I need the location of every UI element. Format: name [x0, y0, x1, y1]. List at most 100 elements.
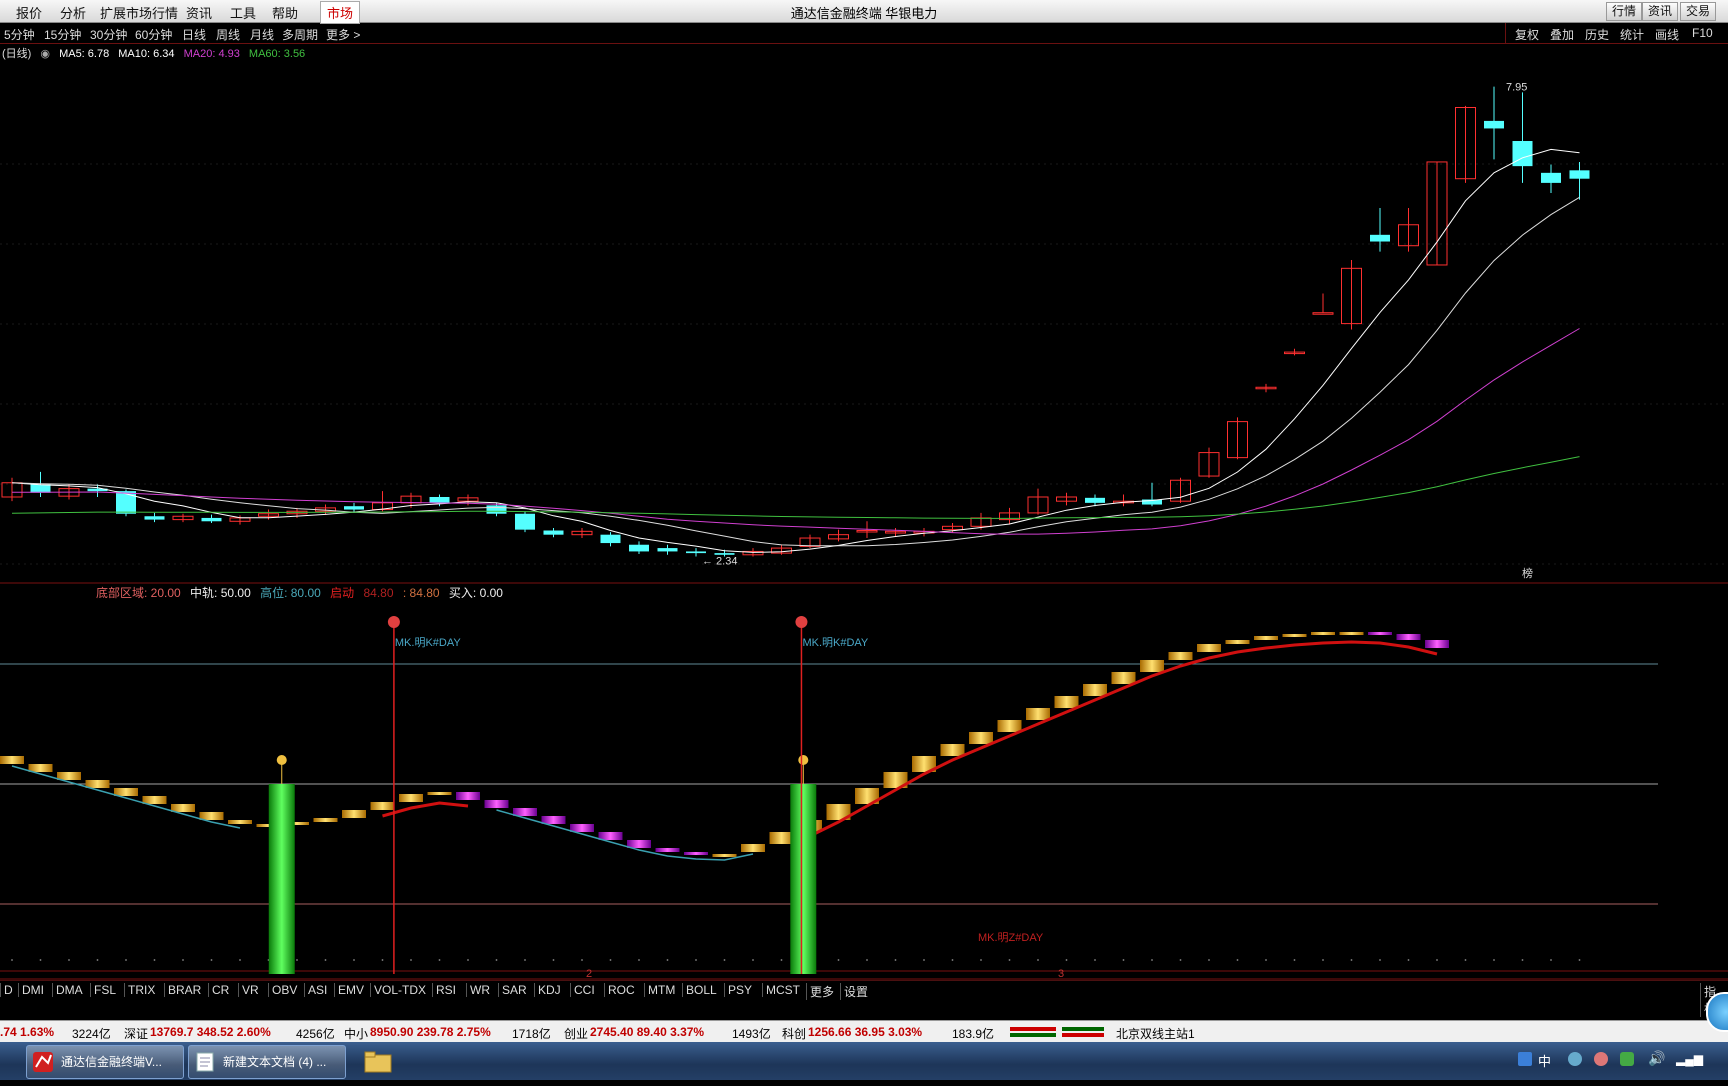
trade-button[interactable]: 交易: [1680, 2, 1717, 21]
indicator-tab-7[interactable]: VR: [238, 983, 262, 997]
axis-dot: [1464, 959, 1467, 961]
indicator-tab-9[interactable]: ASI: [304, 983, 330, 997]
osc-bar-up: [85, 780, 110, 788]
menu-item-quote[interactable]: 报价: [16, 3, 42, 22]
period-week[interactable]: 周线: [216, 26, 240, 43]
folder-icon: [364, 1050, 392, 1073]
shield-icon[interactable]: [1620, 1052, 1634, 1066]
indicator-tab-16[interactable]: CCI: [570, 983, 598, 997]
news-button[interactable]: 资讯: [1642, 2, 1679, 21]
separator: [1505, 23, 1506, 43]
period-30min[interactable]: 30分钟: [90, 26, 127, 43]
osc-bar-down: [541, 816, 566, 824]
indicator-tab-17[interactable]: ROC: [604, 983, 638, 997]
indicator-chart[interactable]: MK.明K#DAY MK.明K#DAY MK.明Z#DAY 2 3: [0, 584, 1728, 980]
candle-body: [1569, 170, 1590, 179]
app-tray-icon[interactable]: [1594, 1052, 1608, 1066]
ma10-line: [11, 196, 1580, 547]
indicator-tab-2[interactable]: DMA: [52, 983, 86, 997]
server-name[interactable]: 北京双线主站1: [1116, 1025, 1195, 1042]
axis-dot: [125, 959, 127, 961]
quotes-button[interactable]: 行情: [1606, 2, 1643, 21]
menu-item-analysis[interactable]: 分析: [60, 3, 86, 22]
indicator-tab-3[interactable]: FSL: [90, 983, 119, 997]
menu-item-market[interactable]: 市场: [320, 1, 361, 24]
menu-item-tools[interactable]: 工具: [230, 3, 256, 22]
overlay-button[interactable]: 叠加: [1550, 26, 1574, 43]
axis-dot: [153, 959, 156, 961]
search-tray-icon[interactable]: [1518, 1052, 1532, 1066]
axis-dot: [1236, 959, 1239, 961]
axis-dot: [1008, 959, 1011, 961]
task-notepad[interactable]: 新建文本文档 (4) ...: [188, 1045, 346, 1079]
axis-dot: [68, 959, 70, 961]
indicator-tab-21[interactable]: MCST: [762, 983, 803, 997]
period-day[interactable]: 日线: [182, 26, 206, 43]
history-button[interactable]: 历史: [1585, 26, 1609, 43]
menu-item-extended-market[interactable]: 扩展市场行情: [100, 3, 178, 22]
menu-item-help[interactable]: 帮助: [272, 3, 298, 22]
candle-body: [1312, 312, 1334, 315]
trend-line-red: [809, 640, 1438, 838]
marker-label: 榜: [1522, 566, 1533, 580]
indicator-tab-20[interactable]: PSY: [724, 983, 755, 997]
buy-signal-bar: [268, 784, 295, 974]
stats-button[interactable]: 统计: [1620, 26, 1644, 43]
osc-bar-up: [1282, 634, 1307, 637]
draw-button[interactable]: 画线: [1655, 26, 1679, 43]
ime-indicator[interactable]: 中: [1538, 1051, 1551, 1070]
axis-mark: 2: [586, 968, 592, 980]
period-more[interactable]: 更多 >: [326, 26, 360, 43]
indicator-tab-14[interactable]: SAR: [498, 983, 530, 997]
indicator-tab-8[interactable]: OBV: [268, 983, 300, 997]
osc-bar-up: [940, 744, 965, 756]
osc-bar-up: [427, 792, 452, 795]
indicator-tab-23[interactable]: 设置: [840, 983, 871, 1000]
period-5min[interactable]: 5分钟: [4, 26, 35, 43]
axis-dot: [666, 959, 669, 961]
axis-dot: [381, 959, 384, 961]
menu-item-news[interactable]: 资讯: [186, 3, 212, 22]
osc-bar-up: [1083, 684, 1107, 696]
high-price-label: 7.95: [1506, 82, 1527, 94]
period-month[interactable]: 月线: [250, 26, 274, 43]
f10-button[interactable]: F10: [1692, 26, 1713, 40]
candle-body: [1085, 497, 1105, 503]
period-60min[interactable]: 60分钟: [135, 26, 172, 43]
candle-body: [600, 534, 621, 544]
axis-dot: [894, 959, 897, 961]
network-tray-icon[interactable]: [1568, 1052, 1582, 1066]
indicator-tab-0[interactable]: D: [0, 983, 16, 997]
signal-label: MK.明K#DAY: [395, 636, 461, 649]
indicator-tab-18[interactable]: MTM: [644, 983, 678, 997]
indicator-tab-6[interactable]: CR: [208, 983, 232, 997]
adjust-button[interactable]: 复权: [1515, 26, 1539, 43]
osc-bar-up: [1140, 660, 1164, 672]
period-15min[interactable]: 15分钟: [44, 26, 81, 43]
indicator-tab-22[interactable]: 更多: [806, 983, 837, 1000]
speaker-icon[interactable]: 🔊: [1648, 1050, 1665, 1067]
osc-bar-up: [171, 804, 195, 812]
axis-dot: [1493, 959, 1495, 961]
indicator-tab-19[interactable]: BOLL: [682, 983, 720, 997]
indicator-tab-13[interactable]: WR: [466, 983, 493, 997]
candlestick-chart[interactable]: 7.95 ← 2.34 榜: [0, 44, 1728, 584]
indicator-tab-15[interactable]: KDJ: [534, 983, 564, 997]
arrow-up-icon: [276, 755, 287, 765]
indicator-tab-11[interactable]: VOL-TDX: [370, 983, 429, 997]
axis-dot: [1065, 959, 1068, 961]
period-multi[interactable]: 多周期: [282, 26, 318, 43]
zx-amount: 1718亿: [512, 1027, 551, 1041]
candle-body: [429, 496, 450, 503]
signal-icon[interactable]: ▂▄▆: [1676, 1052, 1703, 1066]
task-explorer[interactable]: [356, 1045, 398, 1077]
cy-label: 创业: [564, 1027, 589, 1041]
indicator-tab-5[interactable]: BRAR: [164, 983, 204, 997]
indicator-tab-1[interactable]: DMI: [18, 983, 47, 997]
indicator-tab-4[interactable]: TRIX: [124, 983, 158, 997]
candle-body: [1512, 141, 1533, 167]
indicator-tab-12[interactable]: RSI: [432, 983, 459, 997]
axis-dot: [552, 959, 555, 961]
indicator-tab-10[interactable]: EMV: [334, 983, 367, 997]
task-tdx[interactable]: 通达信金融终端V...: [26, 1045, 184, 1079]
